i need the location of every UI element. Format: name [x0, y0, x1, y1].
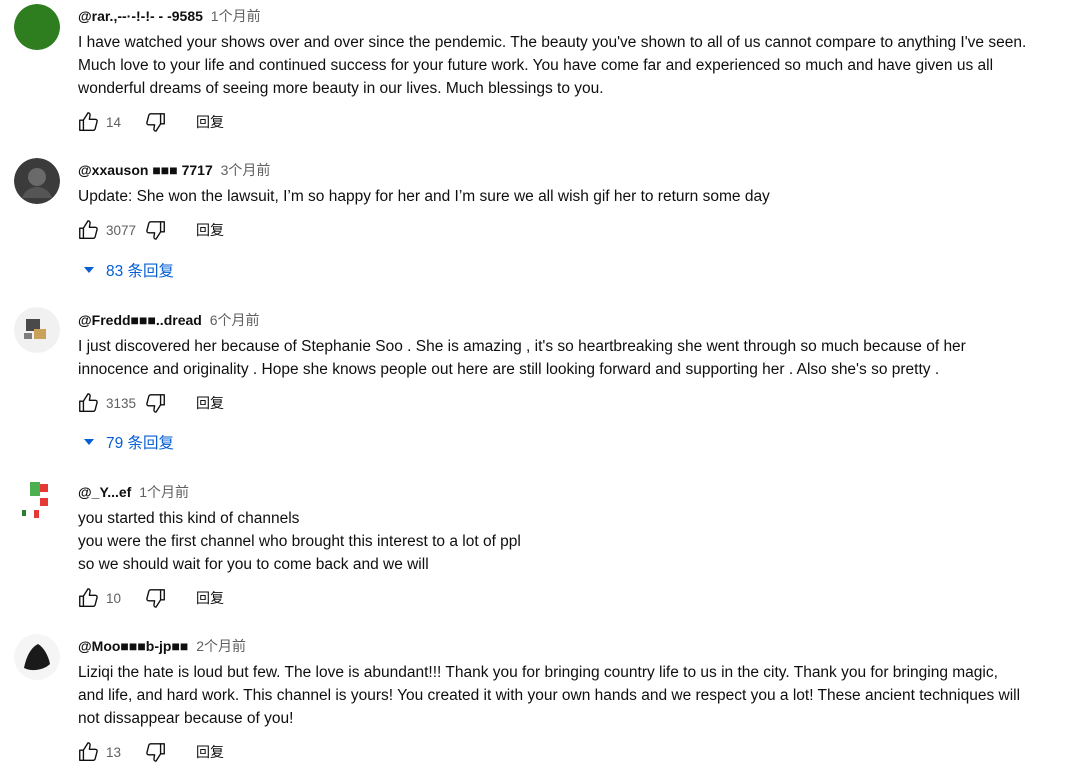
thumbs-up-icon — [79, 112, 98, 131]
comment-line: and life, and hard work. This channel is… — [78, 687, 1021, 704]
replies-count: 83 条回复 — [106, 263, 175, 280]
dislike-button[interactable] — [144, 218, 168, 242]
avatar[interactable] — [14, 307, 60, 353]
dislike-button[interactable] — [144, 740, 168, 764]
like-button[interactable] — [76, 218, 100, 242]
dislike-button[interactable] — [144, 391, 168, 415]
comment-line: you were the first channel who brought t… — [78, 533, 521, 550]
like-count: 13 — [106, 744, 122, 760]
comment-time[interactable]: 2个月前 — [196, 638, 246, 654]
comment-text: Update: She won the lawsuit, I’m so happ… — [78, 185, 1068, 208]
comment-line: wonderful dreams of seeing more beauty i… — [78, 80, 604, 97]
dislike-button[interactable] — [144, 586, 168, 610]
comment-author[interactable]: @Moo■■■b-jp■■ — [78, 638, 188, 654]
avatar[interactable] — [14, 634, 60, 680]
comment-time[interactable]: 6个月前 — [210, 312, 260, 328]
reply-button[interactable]: 回复 — [196, 742, 224, 762]
like-button[interactable] — [76, 586, 100, 610]
comment-author[interactable]: @_Y...ef — [78, 484, 131, 500]
comment-line: Liziqi the hate is loud but few. The lov… — [78, 664, 998, 681]
like-count: 14 — [106, 114, 122, 130]
comment-author[interactable]: @Fredd■■■..dread — [78, 312, 202, 328]
thumbs-up-icon — [79, 393, 98, 412]
thumbs-down-icon — [146, 589, 165, 608]
comment-author[interactable]: @rar.,--·-!-!- - -9585 — [78, 8, 203, 24]
comment-actions: 14 回复 — [76, 109, 224, 135]
thumbs-up-icon — [79, 588, 98, 607]
comment-actions: 3135 回复 — [76, 390, 224, 416]
comment-time[interactable]: 1个月前 — [211, 8, 261, 24]
comment-line: I have watched your shows over and over … — [78, 34, 1027, 51]
like-count: 3077 — [106, 222, 137, 238]
thumbs-down-icon — [146, 113, 165, 132]
replies-count: 79 条回复 — [106, 435, 175, 452]
avatar[interactable] — [14, 480, 60, 526]
comment-line: I just discovered her because of Stephan… — [78, 338, 966, 355]
comment-line: Much love to your life and continued suc… — [78, 57, 994, 74]
thumbs-down-icon — [146, 743, 165, 762]
reply-button[interactable]: 回复 — [196, 220, 224, 240]
avatar[interactable] — [14, 4, 60, 50]
comment-time[interactable]: 1个月前 — [139, 484, 189, 500]
like-button[interactable] — [76, 391, 100, 415]
comment-actions: 3077 回复 — [76, 217, 224, 243]
comment-line: so we should wait for you to come back a… — [78, 556, 429, 573]
thumbs-down-icon — [146, 394, 165, 413]
comment-line: Update: She won the lawsuit, I’m so happ… — [78, 188, 770, 205]
dislike-button[interactable] — [144, 110, 168, 134]
caret-down-icon — [84, 267, 94, 273]
comment-actions: 10 回复 — [76, 585, 224, 611]
comment-line: you started this kind of channels — [78, 510, 300, 527]
thumbs-up-icon — [79, 742, 98, 761]
like-button[interactable] — [76, 110, 100, 134]
comment-actions: 13 回复 — [76, 739, 224, 765]
reply-button[interactable]: 回复 — [196, 112, 224, 132]
thumbs-up-icon — [79, 220, 98, 239]
reply-button[interactable]: 回复 — [196, 588, 224, 608]
comment-text: Liziqi the hate is loud but few. The lov… — [78, 661, 1068, 730]
avatar[interactable] — [14, 158, 60, 204]
caret-down-icon — [84, 439, 94, 445]
comment-time[interactable]: 3个月前 — [221, 162, 271, 178]
thumbs-down-icon — [146, 221, 165, 240]
comment-line: innocence and originality . Hope she kno… — [78, 361, 940, 378]
comment-author[interactable]: @xxauson ■■■ 7717 — [78, 162, 213, 178]
comment-text: you started this kind of channels you we… — [78, 507, 1068, 576]
like-count: 3135 — [106, 395, 137, 411]
comment-text: I have watched your shows over and over … — [78, 31, 1068, 100]
comment-line: not dissappear because of you! — [78, 710, 294, 727]
reply-button[interactable]: 回复 — [196, 393, 224, 413]
view-replies-button[interactable]: 83 条回复 — [84, 258, 174, 282]
view-replies-button[interactable]: 79 条回复 — [84, 430, 174, 454]
like-count: 10 — [106, 590, 122, 606]
like-button[interactable] — [76, 740, 100, 764]
comment-text: I just discovered her because of Stephan… — [78, 335, 1068, 381]
